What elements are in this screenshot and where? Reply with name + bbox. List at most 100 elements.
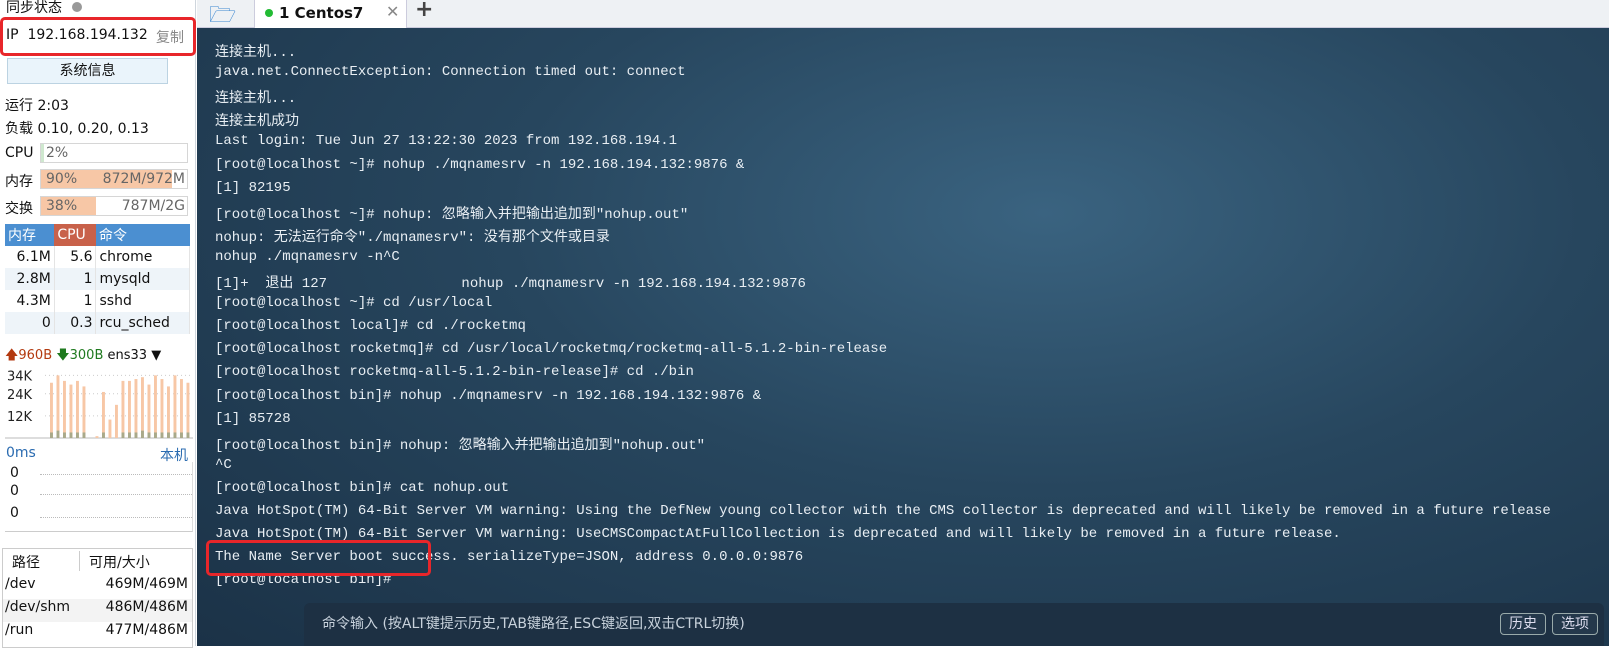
download-bar	[128, 432, 131, 438]
upload-bar	[141, 377, 144, 438]
terminal-line: [root@localhost bin]# cat nohup.out	[215, 479, 510, 496]
net-tick-label: 24K	[7, 388, 33, 403]
upload-bar	[186, 382, 190, 438]
upload-bar	[63, 380, 66, 438]
sync-dot-icon	[72, 2, 83, 12]
tab-centos7[interactable]: 1 Centos7 ✕	[254, 0, 407, 29]
ip-row: IP 192.168.194.132	[6, 27, 148, 43]
terminal-line: java.net.ConnectException: Connection ti…	[215, 64, 686, 81]
disk-row[interactable]: /run 477M/486M	[3, 622, 192, 645]
upload-bar	[154, 375, 157, 438]
download-bar	[56, 430, 60, 438]
mem-bar: 90% 872M/972M	[40, 169, 188, 189]
terminal-line: ^C	[215, 456, 232, 473]
upload-bar	[180, 379, 183, 438]
download-arrow-icon: 🡇	[56, 348, 70, 363]
download-bar	[167, 432, 170, 438]
upload-bar	[82, 386, 86, 438]
system-info-button[interactable]: 系统信息	[7, 58, 168, 84]
tab-bar: 🗁 1 Centos7 ✕ +	[197, 0, 1609, 29]
upload-bar	[115, 404, 118, 438]
terminal-line: 连接主机...	[215, 91, 297, 108]
copy-ip-button[interactable]: 复制	[156, 27, 184, 47]
terminal-line: 连接主机...	[215, 45, 297, 61]
mem-label: 内存	[5, 174, 33, 190]
terminal-line: [root@localhost ~]# nohup ./mqnamesrv -n…	[215, 156, 745, 173]
download-bar	[82, 432, 86, 438]
download-bar	[186, 432, 190, 438]
cpu-bar: 2%	[40, 143, 188, 163]
process-table: 内存 CPU 命令 6.1M 5.6 chrome 2.8M 1 mysqld 4.3M 1 ssh…	[5, 224, 190, 334]
terminal-line: [root@localhost bin]# nohup: 忽略输入并把输出追加到…	[215, 437, 706, 454]
sync-status: 同步状态	[6, 0, 83, 17]
command-input[interactable]: 命令输入 (按ALT键提示历史,TAB键路径,ESC键返回,双击CTRL切换) …	[304, 603, 1604, 646]
col-cpu[interactable]: CPU	[54, 224, 96, 246]
dropdown-arrow-icon: ▼	[151, 348, 162, 363]
options-button[interactable]: 选项	[1552, 613, 1598, 635]
col-command[interactable]: 命令	[95, 224, 190, 246]
process-row[interactable]: 0 0.3 rcu_sched	[5, 312, 190, 334]
upload-bar	[121, 380, 125, 438]
disk-table: 路径 可用/大小 /dev 469M/469M/dev/shm 486M/486M /…	[2, 548, 193, 648]
terminal-line: Last login: Tue Jun 27 13:22:30 2023 fro…	[215, 133, 678, 150]
download-bar	[160, 432, 164, 438]
terminal-line: [root@localhost local]# cd ./rocketmq	[215, 318, 526, 335]
upload-bar	[56, 375, 60, 438]
terminal-line: [root@localhost ~]# cd /usr/local	[215, 295, 493, 312]
upload-bar	[50, 382, 53, 438]
load-average: 负载 0.10, 0.20, 0.13	[5, 121, 149, 137]
download-bar	[69, 432, 73, 438]
process-row[interactable]: 4.3M 1 sshd	[5, 290, 190, 312]
download-bar	[173, 432, 177, 438]
upload-bar	[76, 380, 79, 438]
uptime: 运行 2:03	[5, 98, 69, 114]
download-bar	[147, 432, 151, 438]
upload-bar	[102, 391, 105, 438]
download-bar	[63, 432, 66, 438]
upload-arrow-icon: 🡅	[5, 348, 19, 363]
close-tab-icon[interactable]: ✕	[386, 2, 399, 21]
sidebar: 同步状态 IP 192.168.194.132 复制 系统信息 运行 2:03 …	[0, 0, 196, 648]
terminal-line: [root@localhost bin]# nohup ./mqnamesrv …	[215, 387, 762, 404]
status-dot-icon	[265, 9, 273, 17]
terminal-line: [root@localhost ~]# nohup: 忽略输入并把输出追加到"n…	[215, 206, 689, 223]
download-bar	[180, 432, 183, 438]
process-row[interactable]: 6.1M 5.6 chrome	[5, 246, 190, 268]
net-tick-label: 34K	[7, 369, 33, 384]
download-bar	[102, 432, 105, 438]
highlight-box	[206, 540, 431, 576]
swap-label: 交换	[5, 201, 33, 217]
download-bar	[141, 430, 144, 438]
history-button[interactable]: 历史	[1500, 613, 1546, 635]
upload-bar	[173, 375, 177, 438]
terminal-line: [1] 82195	[215, 179, 291, 196]
disk-row[interactable]: /dev/shm 486M/486M	[3, 599, 192, 622]
net-header: 🡅960B 🡇300B ens33 ▼	[5, 348, 162, 363]
col-mem[interactable]: 内存	[5, 224, 55, 246]
upload-bar	[147, 384, 151, 438]
col-path[interactable]: 路径	[12, 552, 40, 572]
upload-bar	[69, 384, 73, 438]
upload-bar	[160, 379, 164, 438]
download-bar	[154, 432, 157, 438]
disk-row[interactable]: /dev 469M/469M	[3, 576, 192, 599]
download-bar	[121, 432, 125, 438]
terminal-line: nohup ./mqnamesrv -n^C	[215, 248, 400, 265]
terminal[interactable]: 连接主机... java.net.ConnectException: Connec…	[197, 28, 1609, 646]
network-chart: 34K 24K 12K	[5, 369, 193, 439]
process-row[interactable]: 2.8M 1 mysqld	[5, 268, 190, 290]
cpu-label: CPU	[5, 145, 34, 161]
download-bar	[134, 432, 138, 438]
interface-select[interactable]: ens33 ▼	[108, 348, 162, 363]
download-bar	[50, 432, 53, 438]
terminal-line: [1]+ 退出 127 nohup ./mqnamesrv -n 192.168…	[215, 276, 806, 292]
upload-bar	[167, 386, 170, 438]
upload-bar	[134, 379, 138, 438]
swap-bar: 38% 787M/2G	[40, 196, 188, 216]
terminal-line: Java HotSpot(TM) 64-Bit Server VM warnin…	[215, 503, 1551, 519]
ping-chart: 0 0 0	[5, 462, 193, 532]
col-avail[interactable]: 可用/大小	[89, 552, 150, 572]
new-tab-button[interactable]: +	[415, 0, 433, 22]
upload-bar	[108, 419, 112, 438]
download-bar	[76, 432, 79, 438]
